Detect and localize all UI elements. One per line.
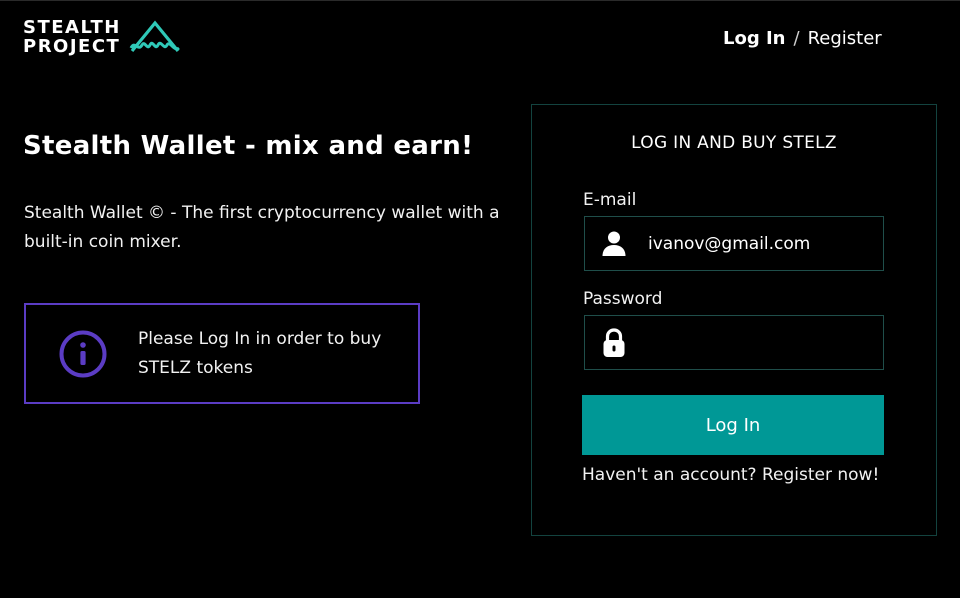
password-input[interactable] [648, 332, 868, 353]
notice-text: Please Log In in order to buy STELZ toke… [138, 328, 382, 378]
email-field[interactable] [584, 216, 884, 271]
brand-logo[interactable]: STEALTH PROJECT [23, 17, 181, 56]
page-title: Stealth Wallet - mix and earn! [23, 131, 474, 161]
page: STEALTH PROJECT Log In / Register Stealt… [0, 0, 960, 598]
page-description: Stealth Wallet © - The first cryptocurre… [24, 203, 500, 252]
email-input[interactable] [648, 233, 868, 254]
login-button[interactable]: Log In [582, 395, 884, 455]
header-register-link[interactable]: Register [808, 28, 882, 49]
register-now-link[interactable]: Haven't an account? Register now! [582, 465, 879, 485]
password-field[interactable] [584, 315, 884, 370]
login-notice: Please Log In in order to buy STELZ toke… [24, 303, 420, 404]
info-icon [59, 330, 107, 377]
password-label: Password [583, 289, 663, 309]
login-panel: LOG IN AND BUY STELZ E-mail Password Log… [531, 104, 937, 536]
brand-wordmark: STEALTH PROJECT [23, 18, 121, 56]
brand-line-1: STEALTH [23, 16, 121, 38]
mountain-wave-icon [129, 20, 180, 53]
login-panel-title: LOG IN AND BUY STELZ [631, 133, 837, 153]
email-label: E-mail [583, 190, 637, 210]
user-icon [602, 231, 626, 256]
brand-line-2: PROJECT [23, 35, 121, 57]
header-login-link[interactable]: Log In [723, 28, 786, 49]
auth-separator: / [793, 28, 800, 49]
auth-links: Log In / Register [723, 28, 882, 49]
lock-icon [603, 327, 625, 357]
